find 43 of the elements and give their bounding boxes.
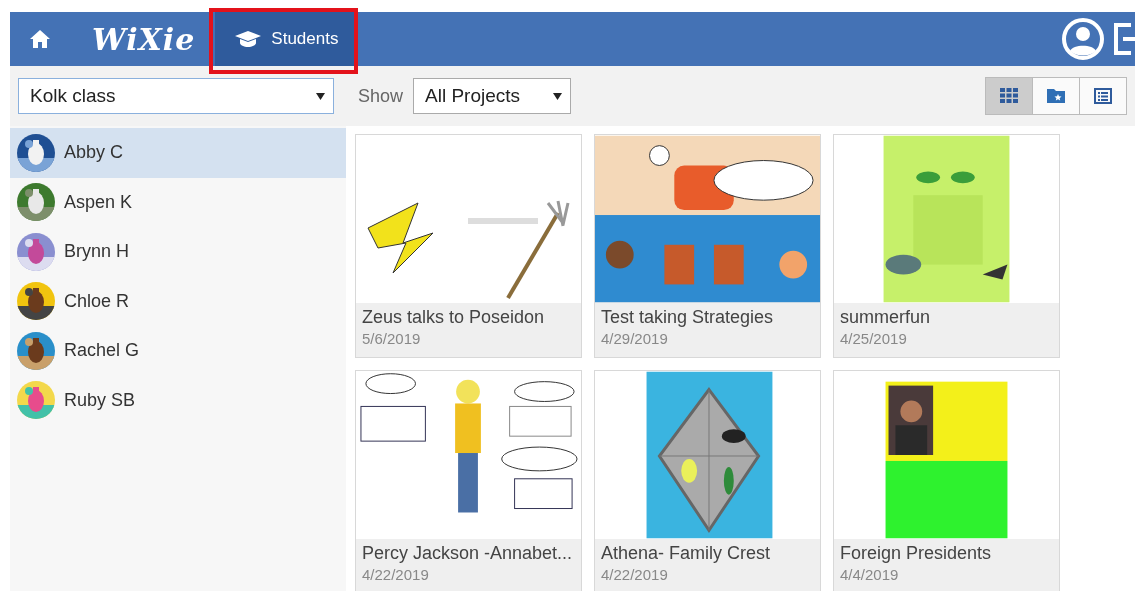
students-tab[interactable]: Students xyxy=(215,12,355,66)
caret-icon xyxy=(553,92,563,100)
list-icon xyxy=(1094,88,1112,104)
project-title: summerfun xyxy=(839,306,932,328)
grid-view-button[interactable] xyxy=(985,77,1033,115)
project-card[interactable]: Test taking Strategies 4/29/2019 xyxy=(594,134,821,358)
project-card[interactable]: Athena- Family Crest 4/22/2019 xyxy=(594,370,821,591)
home-icon xyxy=(30,30,50,48)
caret-icon xyxy=(316,92,325,100)
project-date: 4/25/2019 xyxy=(839,328,908,349)
show-label: Show xyxy=(358,84,404,108)
project-title: Zeus talks to Poseidon xyxy=(361,306,546,328)
star-folder-icon xyxy=(1047,88,1065,104)
project-date: 4/22/2019 xyxy=(600,564,669,585)
project-card[interactable]: Foreign Presidents 4/4/2019 xyxy=(833,370,1060,591)
graduation-cap-icon xyxy=(235,31,262,47)
logout-icon xyxy=(1113,21,1135,57)
user-icon xyxy=(1061,17,1105,61)
filter-dropdown[interactable]: All Projects xyxy=(413,78,572,114)
class-dropdown[interactable]: Kolk class xyxy=(18,78,334,114)
project-date: 5/6/2019 xyxy=(361,328,422,349)
project-title: Percy Jackson -Annabet... xyxy=(361,542,574,564)
project-card[interactable]: Percy Jackson -Annabet... 4/22/2019 xyxy=(355,370,582,591)
student-item[interactable]: Chloe R xyxy=(10,276,346,326)
folder-view-button[interactable] xyxy=(1032,77,1080,115)
account-button[interactable] xyxy=(1061,17,1105,61)
project-title: Foreign Presidents xyxy=(839,542,993,564)
project-date: 4/22/2019 xyxy=(361,564,430,585)
student-item[interactable]: Brynn H xyxy=(10,227,346,277)
project-title: Test taking Strategies xyxy=(600,306,775,328)
project-date: 4/4/2019 xyxy=(839,564,900,585)
student-item[interactable]: Ruby SB xyxy=(10,375,346,425)
student-item[interactable]: Aspen K xyxy=(10,177,346,227)
project-date: 4/29/2019 xyxy=(600,328,669,349)
logout-button[interactable] xyxy=(1113,21,1135,57)
grid-icon xyxy=(1000,88,1018,104)
student-item[interactable]: Abby C xyxy=(10,128,346,178)
project-card[interactable]: Zeus talks to Poseidon 5/6/2019 xyxy=(355,134,582,358)
project-title: Athena- Family Crest xyxy=(600,542,772,564)
project-card[interactable]: summerfun 4/25/2019 xyxy=(833,134,1060,358)
list-view-button[interactable] xyxy=(1079,77,1127,115)
student-item[interactable]: Rachel G xyxy=(10,326,346,376)
logo: WiXie xyxy=(92,20,196,59)
